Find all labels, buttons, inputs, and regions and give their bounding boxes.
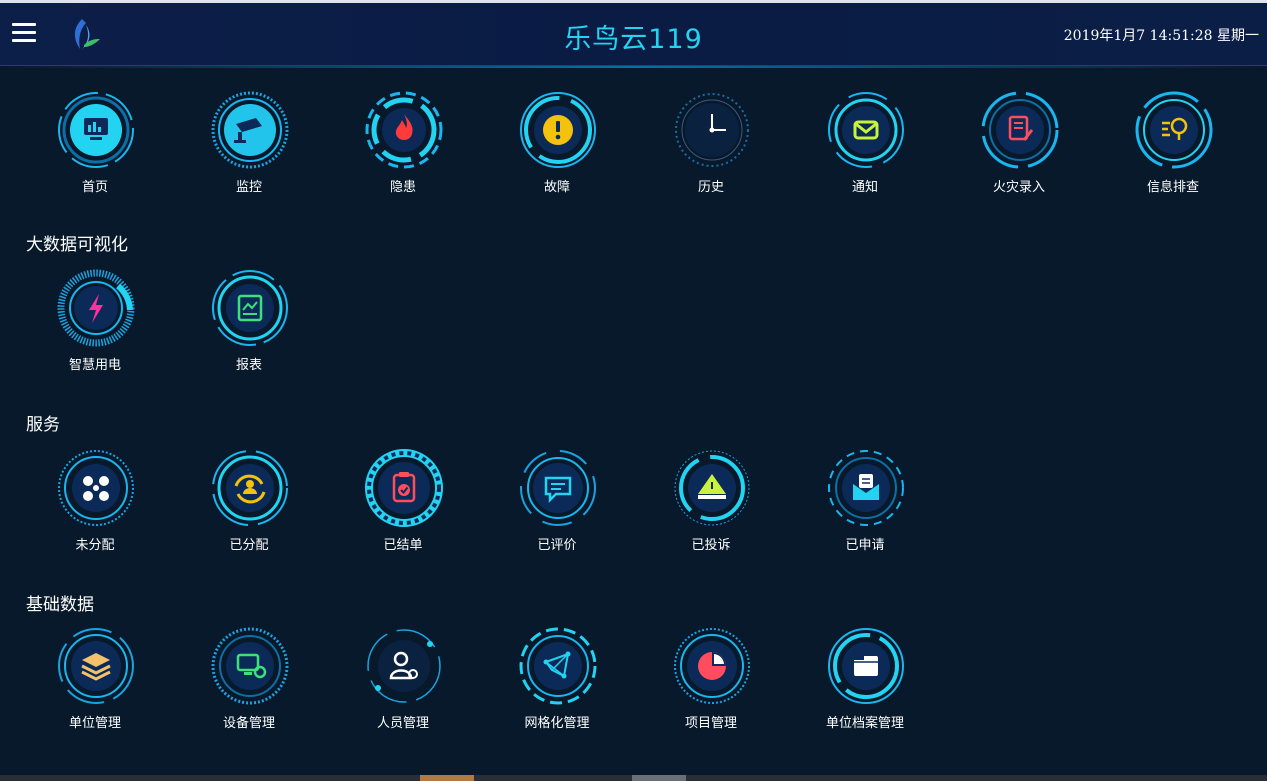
tile-rated[interactable]: 已评价 bbox=[502, 448, 612, 568]
tile-label: 已结单 bbox=[383, 538, 423, 553]
tile-label: 火灾录入 bbox=[992, 180, 1045, 195]
layers-icon bbox=[58, 628, 134, 704]
monitor-chart-icon bbox=[58, 92, 134, 168]
tile-fire-entry[interactable]: 火灾录入 bbox=[964, 90, 1074, 210]
tile-grid-management[interactable]: 网格化管理 bbox=[502, 626, 612, 746]
bottom-taskbar bbox=[0, 775, 1267, 781]
taskbar-segment bbox=[420, 775, 474, 781]
tile-label: 已评价 bbox=[537, 538, 577, 553]
tile-label: 未分配 bbox=[75, 538, 115, 553]
folder-icon bbox=[828, 628, 904, 704]
tile-label: 故障 bbox=[543, 180, 570, 195]
lightning-icon bbox=[57, 269, 135, 347]
top-header: 乐鸟云119 2019年1月7 14:51:28 星期一 bbox=[0, 0, 1267, 68]
section-title-bigdata: 大数据可视化 bbox=[26, 235, 128, 255]
exclamation-icon bbox=[520, 92, 596, 168]
tile-unit-archive-management[interactable]: 单位档案管理 bbox=[810, 626, 920, 746]
section-title-basic: 基础数据 bbox=[26, 595, 94, 615]
tile-label: 网格化管理 bbox=[524, 716, 590, 731]
user-gear-icon bbox=[367, 629, 441, 703]
tile-home[interactable]: 首页 bbox=[40, 90, 150, 210]
tile-notice[interactable]: 通知 bbox=[810, 90, 920, 210]
tile-label: 报表 bbox=[235, 358, 262, 373]
tile-label: 已投诉 bbox=[691, 538, 731, 553]
tile-label: 监控 bbox=[235, 180, 262, 195]
tile-label: 隐患 bbox=[389, 180, 416, 195]
tile-staff-management[interactable]: 人员管理 bbox=[348, 626, 458, 746]
tile-label: 设备管理 bbox=[222, 716, 275, 731]
report-icon bbox=[212, 270, 288, 346]
tile-project-management[interactable]: 项目管理 bbox=[656, 626, 766, 746]
camera-icon bbox=[211, 91, 289, 169]
tile-label: 已申请 bbox=[845, 538, 885, 553]
pie-chart-icon bbox=[674, 628, 750, 704]
search-list-icon bbox=[1135, 91, 1213, 169]
tile-label: 已分配 bbox=[229, 538, 269, 553]
tile-applied[interactable]: 已申请 bbox=[810, 448, 920, 568]
tile-monitor[interactable]: 监控 bbox=[194, 90, 304, 210]
tile-device-management[interactable]: 设备管理 bbox=[194, 626, 304, 746]
tile-unassigned[interactable]: 未分配 bbox=[40, 448, 150, 568]
tile-info-check[interactable]: 信息排查 bbox=[1118, 90, 1228, 210]
section-title-service: 服务 bbox=[26, 415, 60, 435]
mail-icon bbox=[828, 92, 904, 168]
tile-label: 历史 bbox=[697, 180, 724, 195]
tile-unit-management[interactable]: 单位管理 bbox=[40, 626, 150, 746]
tile-complaint[interactable]: 已投诉 bbox=[656, 448, 766, 568]
tile-label: 项目管理 bbox=[684, 716, 737, 731]
clock-datetime: 2019年1月7 14:51:28 星期一 bbox=[1063, 28, 1259, 44]
clipboard-check-icon bbox=[365, 449, 443, 527]
tile-label: 单位档案管理 bbox=[825, 716, 904, 731]
tile-assigned[interactable]: 已分配 bbox=[194, 448, 304, 568]
tile-label: 首页 bbox=[81, 180, 108, 195]
taskbar-segment bbox=[632, 775, 686, 781]
tile-hazard[interactable]: 隐患 bbox=[348, 90, 458, 210]
network-nodes-icon bbox=[58, 450, 134, 526]
tile-smart-electricity[interactable]: 智慧用电 bbox=[40, 268, 150, 388]
tile-label: 通知 bbox=[851, 180, 878, 195]
tile-fault[interactable]: 故障 bbox=[502, 90, 612, 210]
assign-user-icon bbox=[212, 450, 288, 526]
mail-open-icon bbox=[828, 450, 904, 526]
document-pen-icon bbox=[981, 91, 1059, 169]
clock-icon bbox=[675, 93, 749, 167]
computer-gear-icon bbox=[211, 627, 289, 705]
message-icon bbox=[520, 450, 596, 526]
warning-tray-icon bbox=[674, 450, 750, 526]
tile-label: 人员管理 bbox=[376, 716, 429, 731]
tile-label: 智慧用电 bbox=[68, 358, 121, 373]
fire-icon bbox=[365, 91, 443, 169]
tile-report[interactable]: 报表 bbox=[194, 268, 304, 388]
tile-label: 信息排查 bbox=[1146, 180, 1199, 195]
tile-label: 单位管理 bbox=[68, 716, 121, 731]
tile-history[interactable]: 历史 bbox=[656, 90, 766, 210]
grid-network-icon bbox=[519, 627, 597, 705]
tile-closed[interactable]: 已结单 bbox=[348, 448, 458, 568]
